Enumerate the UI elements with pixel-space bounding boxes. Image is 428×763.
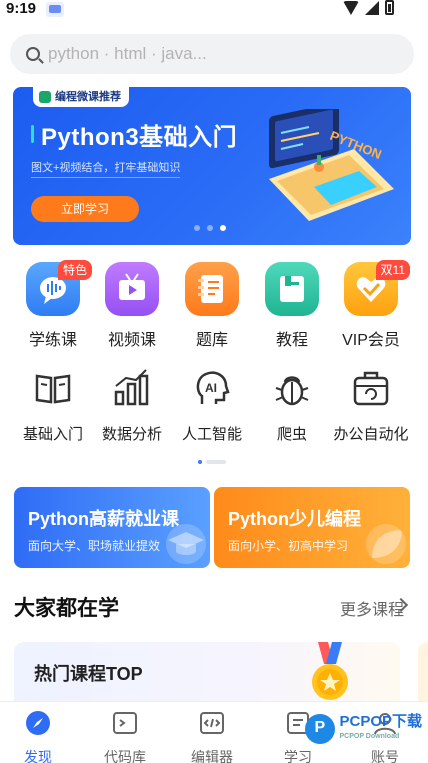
page-indicator-active xyxy=(198,460,202,464)
grid-item-label: 学练课 xyxy=(28,332,77,349)
promo-banner[interactable]: 编程微课推荐 Python3基础入门 图文+视频结合，打牢基础知识 立即学习 P… xyxy=(13,87,411,245)
battery-icon xyxy=(385,0,394,15)
promo-card-subtitle: 面向大学、职场就业提效 xyxy=(28,539,161,553)
grid-item-label: 题库 xyxy=(195,332,228,349)
nav-tab-label: 代码库 xyxy=(104,749,146,763)
code-editor-icon xyxy=(200,712,224,734)
status-time: 9:19 xyxy=(6,0,37,17)
grid-item-ai[interactable]: AI 人工智能 xyxy=(172,368,252,444)
banner-dot[interactable] xyxy=(194,225,200,231)
chat-wave-icon: 特色 xyxy=(26,260,92,316)
grid-item-basics[interactable]: 基础入门 xyxy=(13,368,93,444)
grid-item-tutorial[interactable]: 教程 xyxy=(252,262,332,350)
section-title: 大家都在学 xyxy=(14,597,119,620)
grid-item-label: 爬虫 xyxy=(276,426,307,443)
next-card-peek[interactable] xyxy=(418,642,428,708)
open-book-icon xyxy=(35,374,71,404)
graduation-cap-icon xyxy=(166,524,206,564)
grid-item-label: 视频课 xyxy=(107,332,156,349)
grid-page-indicator xyxy=(198,460,226,464)
banner-dot-active[interactable] xyxy=(220,225,226,231)
promo-card-title: Python高薪就业课 xyxy=(28,509,179,529)
hot-courses-title: 热门课程TOP xyxy=(34,664,143,684)
status-bar: 9:19 xyxy=(0,0,428,22)
grid-item-office-automation[interactable]: 办公自动化 xyxy=(331,368,411,444)
laptop-illustration: PYTHON xyxy=(269,109,394,221)
nav-tab-editor[interactable]: 编辑器 xyxy=(172,710,252,763)
watermark-brand: PCPOP下载 PCPOP Download xyxy=(339,714,422,744)
grid-item-video-course[interactable]: 视频课 xyxy=(92,262,172,350)
pcpop-logo xyxy=(305,714,336,744)
wifi-icon xyxy=(343,0,359,15)
leaf-icon xyxy=(366,524,406,564)
page-indicator-inactive xyxy=(206,460,226,464)
search-icon xyxy=(26,47,40,61)
bar-chart-icon xyxy=(114,369,149,406)
promo-card-subtitle: 面向小学、初高中学习 xyxy=(228,539,349,553)
bug-icon xyxy=(275,376,309,406)
grid-item-data-analysis[interactable]: 数据分析 xyxy=(92,368,172,444)
grid-item-label: 数据分析 xyxy=(101,426,162,443)
feature-badge: 特色 xyxy=(57,260,92,280)
hot-courses-card[interactable]: 热门课程TOP xyxy=(14,642,400,708)
banner-title: Python3基础入门 xyxy=(41,124,238,151)
grid-item-question-bank[interactable]: 题库 xyxy=(172,262,252,350)
search-input[interactable] xyxy=(48,44,388,64)
medal-icon xyxy=(312,642,348,700)
nav-tab-label: 学习 xyxy=(284,749,312,763)
grid-item-label: 人工智能 xyxy=(181,426,242,443)
promo-card-career-course[interactable]: Python高薪就业课 面向大学、职场就业提效 xyxy=(14,487,210,568)
banner-title-accent xyxy=(31,125,34,143)
nav-tab-code-library[interactable]: 代码库 xyxy=(85,710,165,763)
grid-item-crawler[interactable]: 爬虫 xyxy=(252,368,332,444)
grid-item-label: 办公自动化 xyxy=(333,426,409,443)
grid-item-label: VIP会员 xyxy=(342,332,400,349)
banner-tag: 编程微课推荐 xyxy=(33,87,129,107)
video-tv-icon xyxy=(105,262,159,316)
banner-subtitle: 图文+视频结合，打牢基础知识 xyxy=(31,159,181,178)
banner-tag-label: 编程微课推荐 xyxy=(55,91,121,103)
nav-tab-label: 编辑器 xyxy=(191,749,233,763)
nav-tab-discover[interactable]: 发现 xyxy=(0,710,78,763)
primary-feature-grid: 特色 学练课 视频课 题库 教程 双11 VIP会员 xyxy=(0,260,428,352)
more-courses-link[interactable]: 更多课程 xyxy=(340,596,404,620)
briefcase-icon xyxy=(353,371,389,406)
grid-item-label: 教程 xyxy=(275,332,308,349)
secondary-feature-grid: 基础入门 数据分析 AI 人工智能 爬虫 办公自动化 xyxy=(0,368,428,443)
search-bar[interactable] xyxy=(10,34,414,74)
nav-tab-label: 账号 xyxy=(371,749,399,763)
status-indicators xyxy=(343,0,394,15)
watermark-subtext: PCPOP Download xyxy=(339,733,400,740)
svg-text:AI: AI xyxy=(205,381,217,395)
app-notification-icon xyxy=(46,2,64,17)
notebook-icon xyxy=(185,262,239,316)
compass-icon xyxy=(26,711,50,735)
promo-card-title: Python少儿编程 xyxy=(228,509,361,529)
grid-item-practice-course[interactable]: 特色 学练课 xyxy=(13,260,93,350)
ai-head-icon: AI xyxy=(196,371,230,404)
vip-heart-icon: 双11 xyxy=(344,260,410,316)
book-icon xyxy=(265,262,319,316)
grid-item-vip[interactable]: 双11 VIP会员 xyxy=(331,260,411,350)
terminal-icon xyxy=(113,712,137,734)
shield-icon xyxy=(39,91,51,103)
grid-item-label: 基础入门 xyxy=(22,426,83,443)
watermark-brand-text: PCPOP下载 xyxy=(339,713,422,730)
learn-now-button[interactable]: 立即学习 xyxy=(31,196,139,222)
banner-pagination xyxy=(194,225,226,231)
banner-dot[interactable] xyxy=(207,225,213,231)
signal-icon xyxy=(365,0,379,15)
nav-tab-label: 发现 xyxy=(24,749,52,763)
feature-badge: 双11 xyxy=(375,260,410,280)
pcpop-watermark: PCPOP下载 PCPOP Download xyxy=(305,714,422,744)
promo-card-kids-coding[interactable]: Python少儿编程 面向小学、初高中学习 xyxy=(214,487,410,568)
